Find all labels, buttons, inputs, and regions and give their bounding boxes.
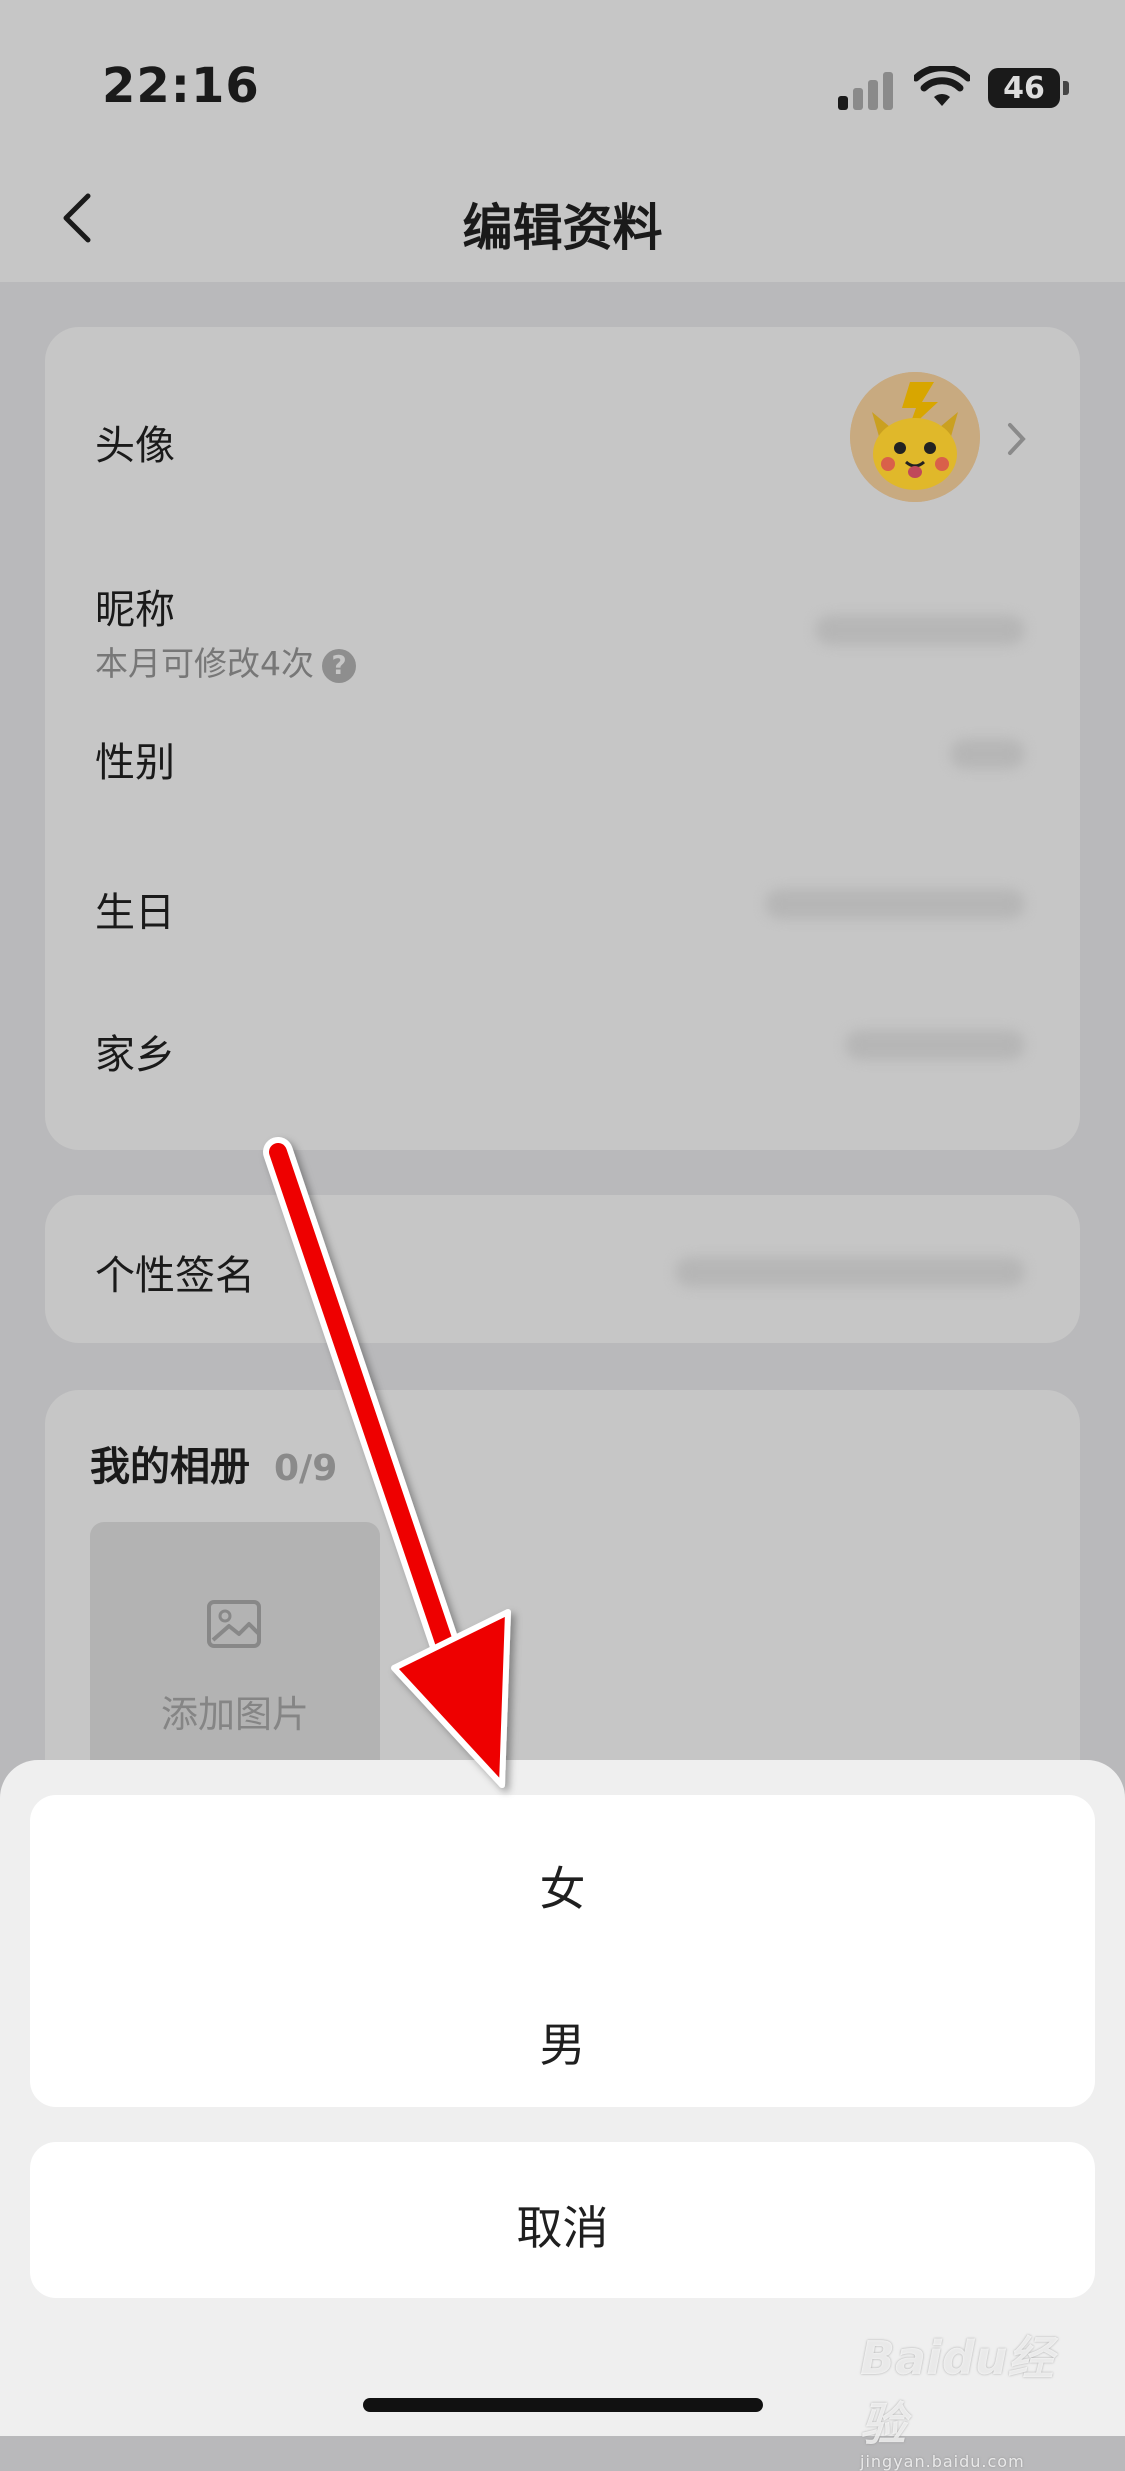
nav-bar: 编辑资料 bbox=[0, 150, 1125, 282]
profile-card: 头像 昵称 本月可修改4次? 性别 生日 家乡 bbox=[45, 327, 1080, 1150]
cellular-signal-icon bbox=[838, 70, 898, 110]
signature-card[interactable]: 个性签名 bbox=[45, 1195, 1080, 1343]
option-male[interactable]: 男 bbox=[30, 2009, 1095, 2075]
nickname-label: 昵称 bbox=[95, 587, 175, 633]
hometown-label: 家乡 bbox=[95, 1032, 175, 1078]
status-time: 22:16 bbox=[102, 58, 260, 114]
gender-row[interactable]: 性别 bbox=[45, 697, 1080, 847]
gender-label: 性别 bbox=[95, 740, 175, 786]
nickname-hint: 本月可修改4次? bbox=[95, 637, 356, 685]
home-indicator[interactable] bbox=[363, 2398, 763, 2412]
nickname-hint-text: 本月可修改4次 bbox=[95, 644, 314, 683]
pikachu-avatar-icon bbox=[850, 372, 980, 502]
birthday-row[interactable]: 生日 bbox=[45, 847, 1080, 992]
baidu-watermark: Baidu经验 jingyan.baidu.com bbox=[860, 2322, 1070, 2471]
help-icon[interactable]: ? bbox=[322, 648, 356, 683]
image-icon bbox=[207, 1600, 261, 1648]
signature-label: 个性签名 bbox=[95, 1253, 255, 1299]
page-title: 编辑资料 bbox=[462, 199, 663, 257]
birthday-value-blurred bbox=[765, 889, 1025, 919]
action-sheet-cancel: 取消 bbox=[30, 2142, 1095, 2298]
hometown-row[interactable]: 家乡 bbox=[45, 992, 1080, 1150]
watermark-url: jingyan.baidu.com bbox=[860, 2452, 1025, 2471]
nickname-value-blurred bbox=[815, 615, 1025, 645]
add-photo-button[interactable]: 添加图片 bbox=[90, 1522, 380, 1782]
nickname-row[interactable]: 昵称 本月可修改4次? bbox=[45, 547, 1080, 697]
chevron-right-icon bbox=[1008, 423, 1026, 455]
watermark-brand: Baidu经验 bbox=[860, 2331, 1054, 2451]
birthday-label: 生日 bbox=[95, 890, 175, 936]
action-sheet-options: 女 男 bbox=[30, 1795, 1095, 2107]
option-female[interactable]: 女 bbox=[30, 1853, 1095, 1919]
gender-value-blurred bbox=[950, 739, 1025, 769]
avatar-label: 头像 bbox=[95, 423, 175, 469]
wifi-icon bbox=[914, 66, 970, 106]
album-label: 我的相册 bbox=[90, 1444, 250, 1490]
hometown-value-blurred bbox=[845, 1030, 1025, 1060]
signature-value-blurred bbox=[675, 1257, 1025, 1287]
cancel-button[interactable]: 取消 bbox=[30, 2192, 1095, 2258]
add-photo-label: 添加图片 bbox=[161, 1693, 309, 1736]
battery-level: 46 bbox=[1003, 71, 1045, 106]
avatar[interactable] bbox=[850, 372, 980, 502]
album-count: 0/9 bbox=[274, 1448, 338, 1489]
album-header: 我的相册 0/9 bbox=[90, 1434, 337, 1492]
avatar-row[interactable]: 头像 bbox=[45, 327, 1080, 547]
battery-icon: 46 bbox=[988, 68, 1072, 108]
